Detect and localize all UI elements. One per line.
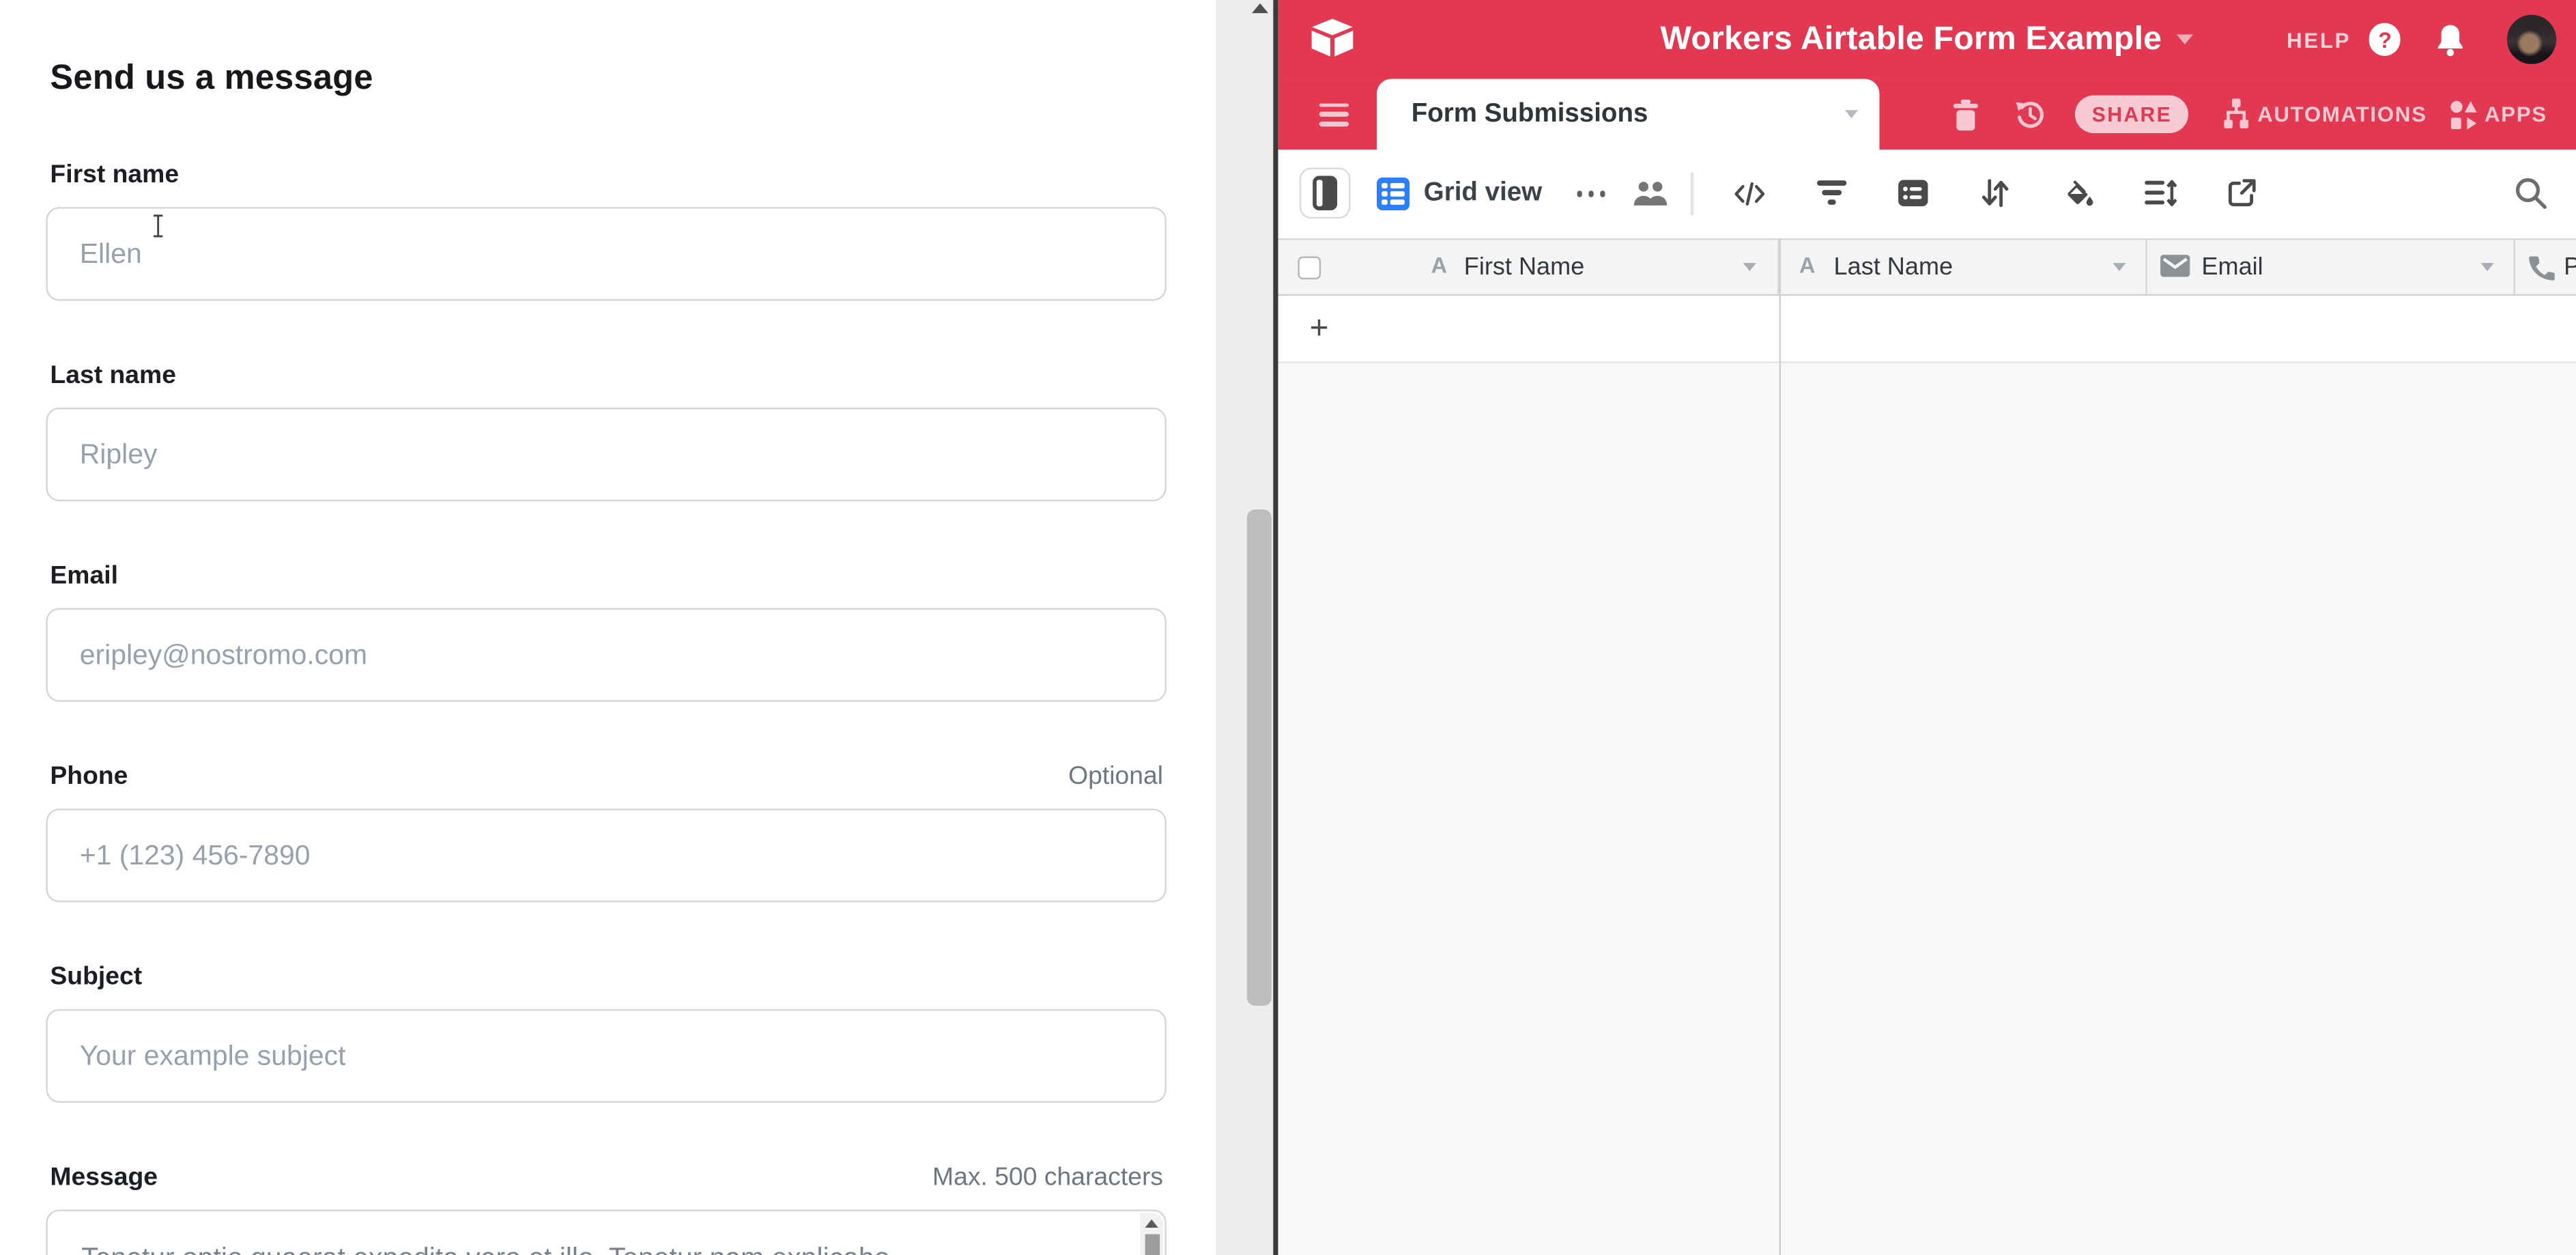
apps-icon[interactable] <box>2450 100 2478 129</box>
sidebar-toggle-icon <box>1312 176 1336 211</box>
table-tab-form-submissions[interactable]: Form Submissions <box>1377 79 1879 150</box>
column-header-email[interactable]: Email <box>2147 239 2515 294</box>
add-row-plus-icon[interactable]: + <box>1310 311 1329 349</box>
last-name-input[interactable] <box>45 408 1167 501</box>
grid-header-row: A First Name A Last Name Email <box>1278 238 2576 296</box>
form-heading: Send us a message <box>50 59 1166 99</box>
last-name-label: Last name <box>50 362 176 391</box>
scroll-up-arrow-icon[interactable] <box>1144 1219 1157 1228</box>
select-all-checkbox[interactable] <box>1298 257 1320 279</box>
notifications-bell-icon[interactable] <box>2435 22 2467 57</box>
subject-label: Subject <box>50 963 142 992</box>
user-avatar[interactable] <box>2508 15 2557 64</box>
view-toolbar: Grid view <box>1278 150 2576 238</box>
message-text: Tenetur optio quaerat expedita vero et i… <box>47 1211 1165 1255</box>
row-height-icon[interactable] <box>2144 180 2177 208</box>
screen: Send us a message First name Last name E… <box>0 0 2576 1255</box>
toolbar-divider <box>1691 172 1694 215</box>
text-cursor-icon <box>151 214 166 238</box>
table-tab-chevron-icon[interactable] <box>1845 110 1858 118</box>
share-view-icon[interactable] <box>2227 178 2258 210</box>
column-header-last-name[interactable]: A Last Name <box>1779 239 2147 294</box>
help-button[interactable]: HELP <box>2287 27 2351 52</box>
automations-icon[interactable] <box>2221 98 2250 130</box>
phone-icon <box>2526 254 2554 282</box>
email-label: Email <box>50 562 118 591</box>
first-name-field: First name <box>45 161 1167 301</box>
view-sidebar-toggle-button[interactable] <box>1299 168 1350 219</box>
history-icon[interactable] <box>2013 97 2048 132</box>
grid-empty-area <box>1278 363 2576 1255</box>
phone-field: Phone Optional <box>45 763 1167 903</box>
message-field: Message Max. 500 characters Tenetur opti… <box>45 1164 1167 1255</box>
group-icon[interactable] <box>1898 180 1930 208</box>
text-field-type-icon: A <box>1431 253 1447 277</box>
phone-optional-hint: Optional <box>1068 763 1163 792</box>
subject-field: Subject <box>45 963 1167 1103</box>
column-chevron-icon[interactable] <box>1743 262 1756 270</box>
base-title-chevron-icon[interactable] <box>2177 35 2193 44</box>
scrollbar-up-arrow-icon[interactable] <box>1251 3 1268 13</box>
contact-form-panel: Send us a message First name Last name E… <box>0 0 1215 1255</box>
text-field-type-icon: A <box>1799 253 1815 277</box>
first-name-input[interactable] <box>45 207 1167 300</box>
color-icon[interactable] <box>2061 179 2094 208</box>
message-label: Message <box>50 1164 158 1193</box>
filter-icon[interactable] <box>1815 180 1848 208</box>
phone-input[interactable] <box>45 808 1167 902</box>
add-row[interactable]: + <box>1278 296 2576 363</box>
hide-fields-icon[interactable] <box>1733 179 1766 208</box>
grid-view-icon[interactable] <box>1376 177 1409 210</box>
column-header-first-name[interactable]: A First Name <box>1278 239 1779 294</box>
trash-icon[interactable] <box>1952 98 1980 130</box>
more-icon[interactable] <box>1577 191 1606 197</box>
page-scrollbar[interactable] <box>1215 0 1273 1255</box>
column-chevron-icon[interactable] <box>2113 262 2126 270</box>
automations-button[interactable]: AUTOMATIONS <box>2257 102 2427 126</box>
first-name-label: First name <box>50 161 179 191</box>
sort-icon[interactable] <box>1982 178 2010 210</box>
base-title[interactable]: Workers Airtable Form Example <box>1661 20 2162 58</box>
view-name[interactable]: Grid view <box>1424 179 1542 208</box>
envelope-icon <box>2160 255 2189 277</box>
collaborators-icon[interactable] <box>1633 180 1670 207</box>
share-button[interactable]: SHARE <box>2076 95 2188 134</box>
message-scrollbar[interactable] <box>1140 1213 1163 1255</box>
airtable-tabbar: Form Submissions SHARE <box>1278 79 2576 150</box>
airtable-topbar: Workers Airtable Form Example HELP ? <box>1278 0 2576 79</box>
apps-button[interactable]: APPS <box>2485 102 2547 126</box>
airtable-logo-icon[interactable] <box>1310 16 1356 62</box>
message-scrollbar-thumb[interactable] <box>1144 1235 1159 1255</box>
search-icon[interactable] <box>2515 176 2549 211</box>
hamburger-menu-icon[interactable] <box>1319 102 1349 131</box>
column-header-phone[interactable]: Phone <box>2515 239 2576 294</box>
page-scrollbar-thumb[interactable] <box>1246 509 1271 1006</box>
table-tab-label: Form Submissions <box>1412 100 1648 129</box>
message-max-hint: Max. 500 characters <box>932 1164 1163 1193</box>
last-name-field: Last name <box>45 362 1167 502</box>
subject-input[interactable] <box>45 1009 1167 1103</box>
column-chevron-icon[interactable] <box>2480 262 2493 270</box>
frozen-column-divider[interactable] <box>1779 238 1780 1255</box>
airtable-window: Workers Airtable Form Example HELP ? For… <box>1278 0 2576 1255</box>
message-textarea[interactable]: Tenetur optio quaerat expedita vero et i… <box>45 1209 1167 1255</box>
email-input[interactable] <box>45 608 1167 702</box>
email-field: Email <box>45 562 1167 702</box>
help-question-icon[interactable]: ? <box>2369 23 2401 55</box>
phone-label: Phone <box>50 763 128 792</box>
